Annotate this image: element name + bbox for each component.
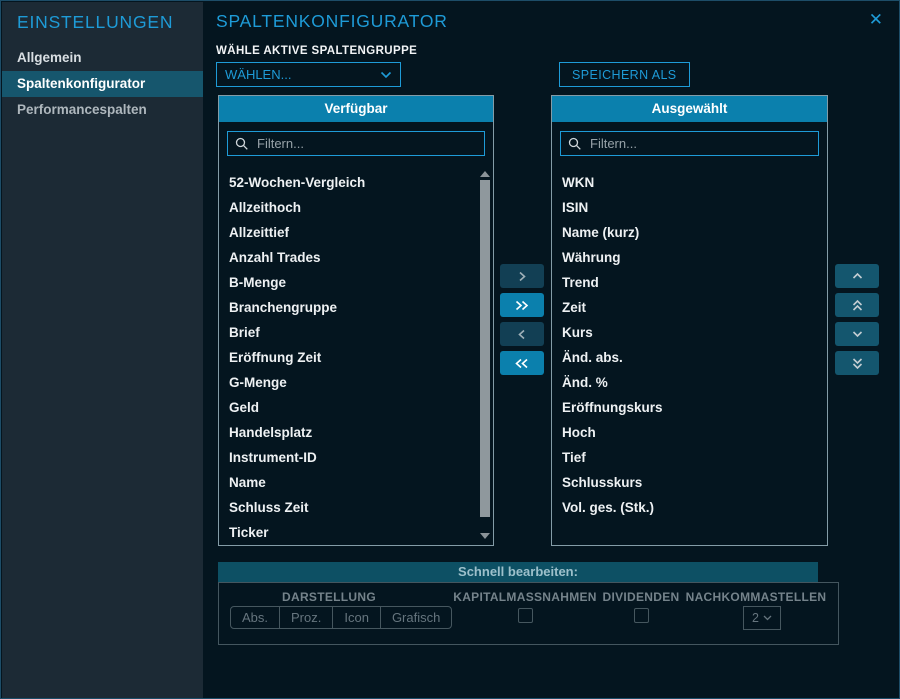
selected-panel: Ausgewählt WKN ISIN Name (kurz) Währung … xyxy=(551,95,828,546)
nachkommastellen-value: 2 xyxy=(752,611,759,625)
sidebar-item-allgemein[interactable]: Allgemein xyxy=(2,45,203,71)
dividenden-checkbox[interactable] xyxy=(634,608,649,623)
selected-list-item[interactable]: Änd. abs. xyxy=(562,345,819,370)
available-list-item[interactable]: Schluss Zeit xyxy=(229,495,477,520)
selected-filter xyxy=(560,131,819,156)
available-list-item[interactable]: Handelsplatz xyxy=(229,420,477,445)
selected-list-item[interactable]: Name (kurz) xyxy=(562,220,819,245)
darstellung-option-icon[interactable]: Icon xyxy=(332,607,380,628)
chevron-up-icon xyxy=(852,272,863,280)
darstellung-option-proz[interactable]: Proz. xyxy=(279,607,332,628)
column-group-select-value: WÄHLEN... xyxy=(225,67,291,82)
available-list-item[interactable]: Name xyxy=(229,470,477,495)
selected-list-item[interactable]: Vol. ges. (Stk.) xyxy=(562,495,819,520)
kapitalmassnahmen-label: KAPITALMASSNAHMEN xyxy=(453,590,597,604)
available-filter xyxy=(227,131,485,156)
selected-list-item[interactable]: Zeit xyxy=(562,295,819,320)
selected-panel-title: Ausgewählt xyxy=(552,96,827,122)
selected-list-item[interactable]: WKN xyxy=(562,170,819,195)
nachkommastellen-label: NACHKOMMASTELLEN xyxy=(686,590,827,604)
available-list-item[interactable]: G-Menge xyxy=(229,370,477,395)
kapitalmassnahmen-checkbox[interactable] xyxy=(518,608,533,623)
available-list: 52-Wochen-Vergleich Allzeithoch Allzeitt… xyxy=(229,170,477,541)
sidebar-item-performancespalten[interactable]: Performancespalten xyxy=(2,97,203,123)
available-scrollbar[interactable] xyxy=(479,170,491,540)
selected-list-item[interactable]: Hoch xyxy=(562,420,819,445)
selected-list-item[interactable]: ISIN xyxy=(562,195,819,220)
settings-dialog: EINSTELLUNGEN Allgemein Spaltenkonfigura… xyxy=(0,0,900,699)
transfer-buttons xyxy=(500,264,544,375)
available-list-item[interactable]: Ticker xyxy=(229,520,477,541)
chevrons-left-icon xyxy=(515,358,529,369)
available-panel: Verfügbar 52-Wochen-Vergleich Allzeithoc… xyxy=(218,95,494,546)
available-list-item[interactable]: B-Menge xyxy=(229,270,477,295)
darstellung-option-grafisch[interactable]: Grafisch xyxy=(380,607,451,628)
selected-list-item[interactable]: Kurs xyxy=(562,320,819,345)
chevron-right-icon xyxy=(517,271,527,282)
chevron-down-icon xyxy=(380,67,392,82)
scroll-down-arrow-icon[interactable] xyxy=(480,533,490,539)
available-list-item[interactable]: Geld xyxy=(229,395,477,420)
page-title: SPALTENKONFIGURATOR xyxy=(216,11,448,32)
selected-list: WKN ISIN Name (kurz) Währung Trend Zeit … xyxy=(562,170,819,541)
available-panel-title: Verfügbar xyxy=(219,96,493,122)
scroll-up-arrow-icon[interactable] xyxy=(480,171,490,177)
available-list-item[interactable]: Eröffnung Zeit xyxy=(229,345,477,370)
move-all-left-button[interactable] xyxy=(500,351,544,375)
move-left-button[interactable] xyxy=(500,322,544,346)
close-icon[interactable]: ✕ xyxy=(869,10,883,30)
chevrons-up-icon xyxy=(852,299,863,312)
move-down-button[interactable] xyxy=(835,322,879,346)
available-list-item[interactable]: Anzahl Trades xyxy=(229,245,477,270)
chevrons-down-icon xyxy=(852,357,863,370)
move-up-button[interactable] xyxy=(835,264,879,288)
darstellung-label: DARSTELLUNG xyxy=(282,590,376,604)
search-icon xyxy=(568,137,582,151)
selected-list-item[interactable]: Eröffnungskurs xyxy=(562,395,819,420)
available-list-item[interactable]: 52-Wochen-Vergleich xyxy=(229,170,477,195)
available-list-item[interactable]: Allzeithoch xyxy=(229,195,477,220)
save-as-button[interactable]: SPEICHERN ALS xyxy=(559,62,690,87)
available-list-item[interactable]: Branchengruppe xyxy=(229,295,477,320)
available-list-item[interactable]: Instrument-ID xyxy=(229,445,477,470)
move-top-button[interactable] xyxy=(835,293,879,317)
active-column-group-label: WÄHLE AKTIVE SPALTENGRUPPE xyxy=(216,45,417,57)
settings-sidebar: EINSTELLUNGEN Allgemein Spaltenkonfigura… xyxy=(2,2,203,699)
quick-edit-panel: DARSTELLUNG KAPITALMASSNAHMEN DIVIDENDEN… xyxy=(218,582,839,645)
selected-list-item[interactable]: Tief xyxy=(562,445,819,470)
selected-list-item[interactable]: Trend xyxy=(562,270,819,295)
sidebar-title: EINSTELLUNGEN xyxy=(17,12,173,33)
darstellung-segmented-control: Abs. Proz. Icon Grafisch xyxy=(230,606,452,629)
search-icon xyxy=(235,137,249,151)
quick-edit-title: Schnell bearbeiten: xyxy=(218,562,818,582)
move-right-button[interactable] xyxy=(500,264,544,288)
selected-list-item[interactable]: Änd. % xyxy=(562,370,819,395)
nachkommastellen-select[interactable]: 2 xyxy=(743,606,781,630)
sidebar-item-spaltenkonfigurator[interactable]: Spaltenkonfigurator xyxy=(2,71,203,97)
available-list-item[interactable]: Allzeittief xyxy=(229,220,477,245)
dividenden-label: DIVIDENDEN xyxy=(602,590,679,604)
selected-filter-input[interactable] xyxy=(588,135,811,152)
chevron-left-icon xyxy=(517,329,527,340)
darstellung-option-abs[interactable]: Abs. xyxy=(231,607,279,628)
chevron-down-icon xyxy=(852,330,863,338)
available-list-item[interactable]: Brief xyxy=(229,320,477,345)
move-bottom-button[interactable] xyxy=(835,351,879,375)
chevron-down-icon xyxy=(763,615,772,621)
column-group-select[interactable]: WÄHLEN... xyxy=(216,62,401,87)
order-buttons xyxy=(835,264,879,375)
available-filter-input[interactable] xyxy=(255,135,477,152)
scrollbar-thumb[interactable] xyxy=(480,180,490,517)
move-all-right-button[interactable] xyxy=(500,293,544,317)
selected-list-item[interactable]: Währung xyxy=(562,245,819,270)
selected-list-item[interactable]: Schlusskurs xyxy=(562,470,819,495)
chevrons-right-icon xyxy=(515,300,529,311)
